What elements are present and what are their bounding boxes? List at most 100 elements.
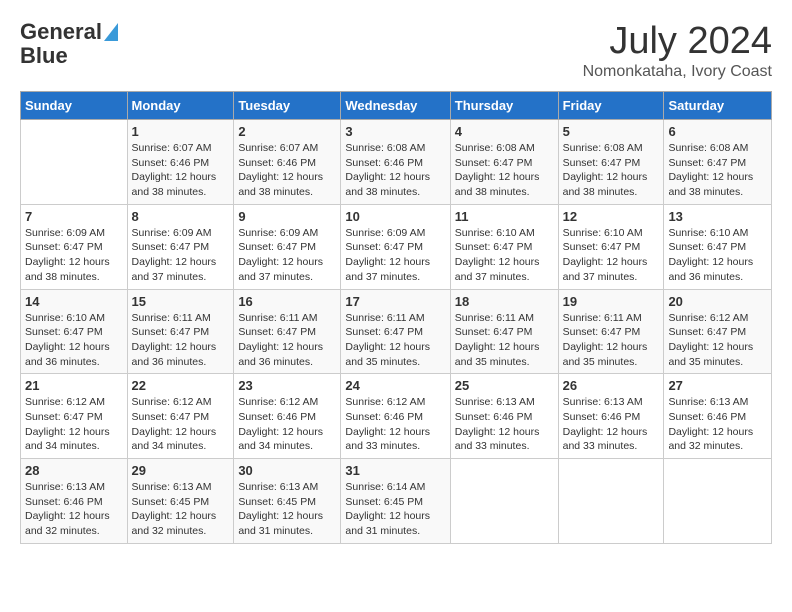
day-info: Sunrise: 6:13 AM Sunset: 6:46 PM Dayligh… bbox=[563, 395, 660, 454]
calendar-table: SundayMondayTuesdayWednesdayThursdayFrid… bbox=[20, 91, 772, 544]
page-header: General Blue July 2024 Nomonkataha, Ivor… bbox=[20, 20, 772, 81]
calendar-cell: 24 Sunrise: 6:12 AM Sunset: 6:46 PM Dayli… bbox=[341, 374, 450, 459]
day-number: 3 bbox=[345, 124, 445, 139]
calendar-cell: 25 Sunrise: 6:13 AM Sunset: 6:46 PM Dayli… bbox=[450, 374, 558, 459]
title-block: July 2024 Nomonkataha, Ivory Coast bbox=[583, 20, 772, 81]
calendar-cell: 26 Sunrise: 6:13 AM Sunset: 6:46 PM Dayli… bbox=[558, 374, 664, 459]
calendar-cell: 4 Sunrise: 6:08 AM Sunset: 6:47 PM Daylig… bbox=[450, 120, 558, 205]
day-number: 26 bbox=[563, 378, 660, 393]
day-number: 14 bbox=[25, 294, 123, 309]
day-info: Sunrise: 6:09 AM Sunset: 6:47 PM Dayligh… bbox=[132, 226, 230, 285]
calendar-cell bbox=[558, 459, 664, 544]
day-info: Sunrise: 6:08 AM Sunset: 6:47 PM Dayligh… bbox=[563, 141, 660, 200]
day-info: Sunrise: 6:12 AM Sunset: 6:46 PM Dayligh… bbox=[345, 395, 445, 454]
day-number: 2 bbox=[238, 124, 336, 139]
day-number: 24 bbox=[345, 378, 445, 393]
logo-blue: Blue bbox=[20, 44, 68, 68]
calendar-cell: 13 Sunrise: 6:10 AM Sunset: 6:47 PM Dayli… bbox=[664, 204, 772, 289]
day-number: 23 bbox=[238, 378, 336, 393]
calendar-cell bbox=[450, 459, 558, 544]
day-number: 5 bbox=[563, 124, 660, 139]
week-row-1: 1 Sunrise: 6:07 AM Sunset: 6:46 PM Daylig… bbox=[21, 120, 772, 205]
calendar-cell bbox=[664, 459, 772, 544]
calendar-cell: 7Sunrise: 6:09 AM Sunset: 6:47 PM Daylig… bbox=[21, 204, 128, 289]
calendar-cell: 22 Sunrise: 6:12 AM Sunset: 6:47 PM Dayli… bbox=[127, 374, 234, 459]
day-number: 28 bbox=[25, 463, 123, 478]
day-info: Sunrise: 6:13 AM Sunset: 6:45 PM Dayligh… bbox=[132, 480, 230, 539]
logo-triangle-icon bbox=[104, 23, 118, 41]
day-number: 1 bbox=[132, 124, 230, 139]
day-info: Sunrise: 6:12 AM Sunset: 6:47 PM Dayligh… bbox=[668, 311, 767, 370]
day-info: Sunrise: 6:11 AM Sunset: 6:47 PM Dayligh… bbox=[455, 311, 554, 370]
day-number: 9 bbox=[238, 209, 336, 224]
calendar-cell: 12 Sunrise: 6:10 AM Sunset: 6:47 PM Dayli… bbox=[558, 204, 664, 289]
calendar-cell: 10 Sunrise: 6:09 AM Sunset: 6:47 PM Dayli… bbox=[341, 204, 450, 289]
day-info: Sunrise: 6:11 AM Sunset: 6:47 PM Dayligh… bbox=[563, 311, 660, 370]
day-number: 31 bbox=[345, 463, 445, 478]
day-number: 19 bbox=[563, 294, 660, 309]
day-info: Sunrise: 6:12 AM Sunset: 6:47 PM Dayligh… bbox=[25, 395, 123, 454]
calendar-header: SundayMondayTuesdayWednesdayThursdayFrid… bbox=[21, 92, 772, 120]
day-info: Sunrise: 6:08 AM Sunset: 6:47 PM Dayligh… bbox=[455, 141, 554, 200]
header-day-friday: Friday bbox=[558, 92, 664, 120]
day-info: Sunrise: 6:11 AM Sunset: 6:47 PM Dayligh… bbox=[132, 311, 230, 370]
calendar-cell: 14 Sunrise: 6:10 AM Sunset: 6:47 PM Dayli… bbox=[21, 289, 128, 374]
day-info: Sunrise: 6:12 AM Sunset: 6:46 PM Dayligh… bbox=[238, 395, 336, 454]
calendar-cell: 30 Sunrise: 6:13 AM Sunset: 6:45 PM Dayli… bbox=[234, 459, 341, 544]
header-row: SundayMondayTuesdayWednesdayThursdayFrid… bbox=[21, 92, 772, 120]
calendar-cell: 29 Sunrise: 6:13 AM Sunset: 6:45 PM Dayli… bbox=[127, 459, 234, 544]
day-info: Sunrise: 6:13 AM Sunset: 6:46 PM Dayligh… bbox=[25, 480, 123, 539]
day-number: 13 bbox=[668, 209, 767, 224]
day-info: Sunrise: 6:07 AM Sunset: 6:46 PM Dayligh… bbox=[238, 141, 336, 200]
day-info: Sunrise: 6:11 AM Sunset: 6:47 PM Dayligh… bbox=[345, 311, 445, 370]
calendar-cell: 28 Sunrise: 6:13 AM Sunset: 6:46 PM Dayli… bbox=[21, 459, 128, 544]
logo-general: General bbox=[20, 20, 102, 44]
calendar-cell: 16Sunrise: 6:11 AM Sunset: 6:47 PM Dayli… bbox=[234, 289, 341, 374]
day-number: 7 bbox=[25, 209, 123, 224]
day-number: 29 bbox=[132, 463, 230, 478]
subtitle: Nomonkataha, Ivory Coast bbox=[583, 63, 772, 81]
day-number: 22 bbox=[132, 378, 230, 393]
header-day-wednesday: Wednesday bbox=[341, 92, 450, 120]
calendar-cell: 1 Sunrise: 6:07 AM Sunset: 6:46 PM Daylig… bbox=[127, 120, 234, 205]
day-info: Sunrise: 6:10 AM Sunset: 6:47 PM Dayligh… bbox=[25, 311, 123, 370]
day-number: 15 bbox=[132, 294, 230, 309]
day-number: 30 bbox=[238, 463, 336, 478]
day-number: 11 bbox=[455, 209, 554, 224]
day-info: Sunrise: 6:14 AM Sunset: 6:45 PM Dayligh… bbox=[345, 480, 445, 539]
day-number: 10 bbox=[345, 209, 445, 224]
day-number: 21 bbox=[25, 378, 123, 393]
day-info: Sunrise: 6:10 AM Sunset: 6:47 PM Dayligh… bbox=[563, 226, 660, 285]
day-number: 27 bbox=[668, 378, 767, 393]
calendar-cell: 27 Sunrise: 6:13 AM Sunset: 6:46 PM Dayli… bbox=[664, 374, 772, 459]
day-info: Sunrise: 6:07 AM Sunset: 6:46 PM Dayligh… bbox=[132, 141, 230, 200]
day-number: 6 bbox=[668, 124, 767, 139]
day-info: Sunrise: 6:13 AM Sunset: 6:45 PM Dayligh… bbox=[238, 480, 336, 539]
day-info: Sunrise: 6:13 AM Sunset: 6:46 PM Dayligh… bbox=[668, 395, 767, 454]
day-info: Sunrise: 6:13 AM Sunset: 6:46 PM Dayligh… bbox=[455, 395, 554, 454]
day-info: Sunrise: 6:12 AM Sunset: 6:47 PM Dayligh… bbox=[132, 395, 230, 454]
header-day-tuesday: Tuesday bbox=[234, 92, 341, 120]
header-day-sunday: Sunday bbox=[21, 92, 128, 120]
day-number: 17 bbox=[345, 294, 445, 309]
week-row-3: 14 Sunrise: 6:10 AM Sunset: 6:47 PM Dayli… bbox=[21, 289, 772, 374]
day-number: 12 bbox=[563, 209, 660, 224]
calendar-cell: 11Sunrise: 6:10 AM Sunset: 6:47 PM Dayli… bbox=[450, 204, 558, 289]
calendar-cell: 9Sunrise: 6:09 AM Sunset: 6:47 PM Daylig… bbox=[234, 204, 341, 289]
week-row-4: 21 Sunrise: 6:12 AM Sunset: 6:47 PM Dayli… bbox=[21, 374, 772, 459]
logo: General Blue bbox=[20, 20, 118, 68]
week-row-5: 28 Sunrise: 6:13 AM Sunset: 6:46 PM Dayli… bbox=[21, 459, 772, 544]
header-day-thursday: Thursday bbox=[450, 92, 558, 120]
day-info: Sunrise: 6:09 AM Sunset: 6:47 PM Dayligh… bbox=[345, 226, 445, 285]
header-day-monday: Monday bbox=[127, 92, 234, 120]
day-number: 16 bbox=[238, 294, 336, 309]
day-info: Sunrise: 6:10 AM Sunset: 6:47 PM Dayligh… bbox=[668, 226, 767, 285]
calendar-cell: 5 Sunrise: 6:08 AM Sunset: 6:47 PM Daylig… bbox=[558, 120, 664, 205]
day-number: 25 bbox=[455, 378, 554, 393]
calendar-cell: 2 Sunrise: 6:07 AM Sunset: 6:46 PM Daylig… bbox=[234, 120, 341, 205]
day-info: Sunrise: 6:08 AM Sunset: 6:47 PM Dayligh… bbox=[668, 141, 767, 200]
day-number: 4 bbox=[455, 124, 554, 139]
calendar-cell: 15 Sunrise: 6:11 AM Sunset: 6:47 PM Dayli… bbox=[127, 289, 234, 374]
calendar-cell: 23 Sunrise: 6:12 AM Sunset: 6:46 PM Dayli… bbox=[234, 374, 341, 459]
calendar-cell: 31 Sunrise: 6:14 AM Sunset: 6:45 PM Dayli… bbox=[341, 459, 450, 544]
